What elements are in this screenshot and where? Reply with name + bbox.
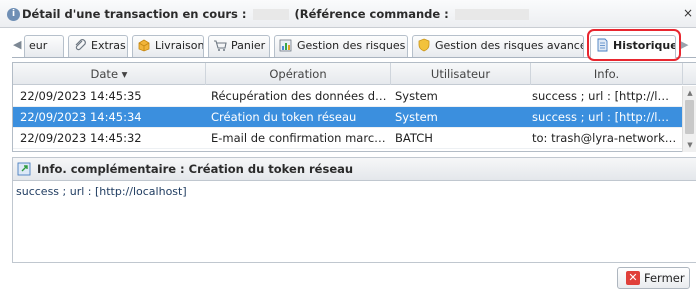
cell-date: 22/09/2023 14:45:32: [20, 131, 142, 145]
tab-extras-label: Extras: [91, 39, 126, 52]
tab-partial-label: eur: [29, 39, 48, 52]
grid-scrollbar[interactable]: ▲ ▼: [682, 86, 696, 152]
cart-icon: [214, 40, 227, 51]
column-user[interactable]: Utilisateur: [391, 63, 531, 85]
info-panel-body: success ; url : [http://localhost]: [12, 181, 696, 263]
table-row-selected[interactable]: 22/09/2023 14:45:34 Création du token ré…: [13, 107, 683, 128]
window-titlebar: i Détail d'une transaction en cours : (Ré…: [0, 0, 696, 28]
paperclip-icon: [75, 39, 86, 51]
history-grid: Date ▾ Opération Utilisateur Info. 22/09…: [12, 62, 696, 152]
close-button[interactable]: ✕ Fermer: [617, 267, 690, 289]
redacted-transaction-id: [252, 9, 289, 20]
box-icon: [138, 39, 150, 52]
column-date[interactable]: Date ▾: [13, 63, 206, 85]
scrollbar-thumb[interactable]: [685, 100, 694, 134]
scroll-up-icon[interactable]: ▲: [685, 88, 695, 98]
tab-livraison-label: Livraison: [155, 39, 204, 52]
cell-user: BATCH: [395, 131, 433, 145]
tab-gestion-risques-avancee[interactable]: Gestion des risques avancée: [412, 35, 584, 57]
info-panel-title: Info. complémentaire : Création du token…: [37, 162, 354, 176]
grid-header: Date ▾ Opération Utilisateur Info.: [13, 63, 696, 85]
column-operation[interactable]: Opération: [206, 63, 391, 85]
cell-info: to: trash@lyra-network…: [532, 131, 677, 145]
tab-extras[interactable]: Extras: [68, 35, 128, 57]
close-button-label: Fermer: [644, 271, 685, 285]
tab-gestion-risques[interactable]: Gestion des risques: [274, 35, 408, 57]
info-icon: i: [7, 8, 20, 21]
scroll-down-icon[interactable]: ▼: [685, 140, 695, 150]
table-row[interactable]: 22/09/2023 14:45:35 Récupération des don…: [13, 86, 683, 107]
close-x-icon: ✕: [626, 271, 640, 285]
column-info[interactable]: Info.: [531, 63, 683, 85]
window-title-part1: Détail d'une transaction en cours :: [22, 7, 247, 21]
window-title: Détail d'une transaction en cours : (Réfé…: [22, 7, 535, 22]
close-window-icon[interactable]: ×: [682, 5, 694, 21]
table-row[interactable]: 22/09/2023 14:45:32 E-mail de confirmati…: [13, 128, 683, 149]
tab-partial[interactable]: eur: [24, 35, 64, 57]
chart-icon: [279, 39, 292, 52]
window-title-part2: (Référence commande :: [294, 7, 449, 21]
tab-gestion-risques-avancee-label: Gestion des risques avancée: [435, 39, 584, 52]
active-tab-highlight: [587, 29, 681, 61]
info-panel-header: Info. complémentaire : Création du token…: [12, 157, 696, 181]
cell-info: success ; url : [http://l…: [532, 89, 669, 103]
cell-date: 22/09/2023 14:45:35: [20, 89, 142, 103]
cell-operation: E-mail de confirmation marc…: [211, 131, 386, 145]
cell-info: success ; url : [http://l…: [532, 110, 669, 124]
document-arrow-icon: [17, 162, 31, 176]
cell-user: System: [395, 89, 438, 103]
shield-icon: [418, 38, 430, 52]
cell-operation: Récupération des données de…: [211, 89, 393, 103]
tab-scroll-right-icon[interactable]: ▶: [680, 37, 692, 53]
tab-panier[interactable]: Panier: [208, 35, 270, 57]
redacted-order-reference: [454, 9, 529, 20]
cell-date: 22/09/2023 14:45:34: [20, 110, 142, 124]
info-panel-content: success ; url : [http://localhost]: [16, 185, 187, 198]
cell-operation: Création du token réseau: [211, 110, 357, 124]
cell-user: System: [395, 110, 438, 124]
tab-panier-label: Panier: [231, 39, 266, 52]
tab-gestion-risques-label: Gestion des risques: [297, 39, 406, 52]
tab-livraison[interactable]: Livraison: [132, 35, 204, 57]
